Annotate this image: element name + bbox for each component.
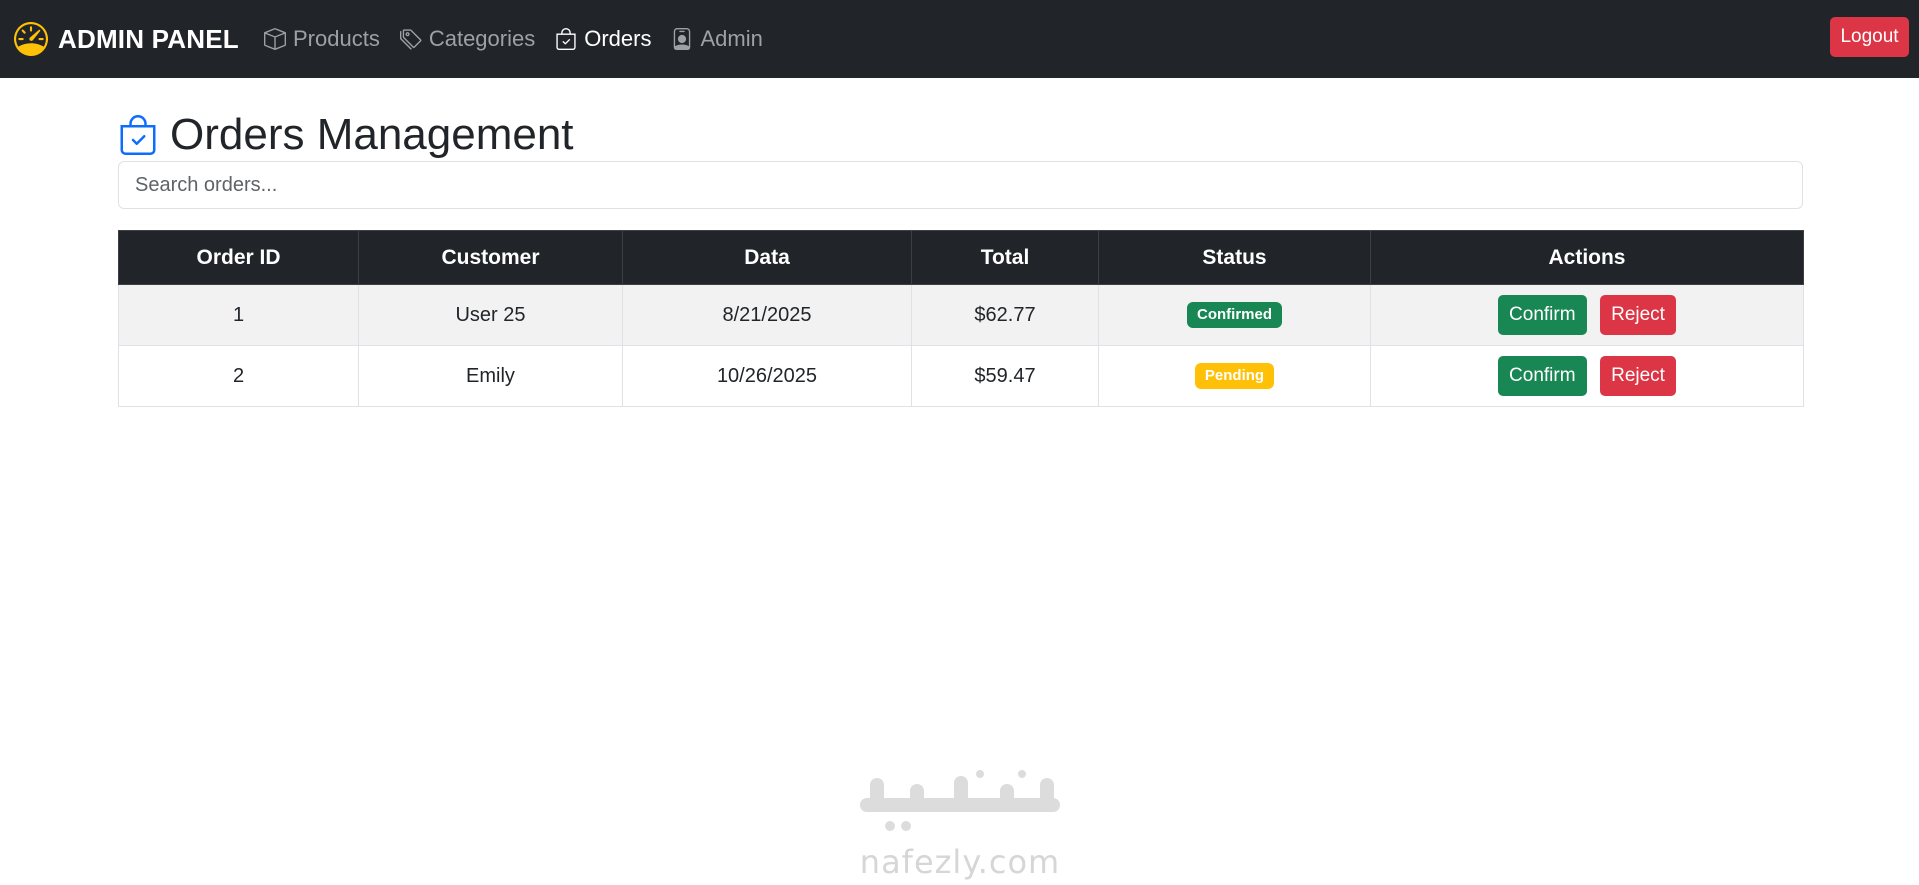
cell-status: Confirmed bbox=[1098, 284, 1371, 346]
status-badge: Pending bbox=[1194, 363, 1275, 389]
table-body: 1 User 25 8/21/2025 $62.77 Confirmed Con… bbox=[118, 284, 1804, 407]
table-row: 1 User 25 8/21/2025 $62.77 Confirmed Con… bbox=[118, 284, 1804, 346]
header-order-id: Order ID bbox=[118, 230, 359, 285]
watermark-text: nafezly.com bbox=[859, 843, 1061, 881]
cell-actions: Confirm Reject bbox=[1370, 345, 1804, 407]
confirm-button[interactable]: Confirm bbox=[1498, 356, 1587, 396]
reject-button[interactable]: Reject bbox=[1600, 356, 1676, 396]
status-badge: Confirmed bbox=[1187, 302, 1282, 328]
brand-name: ADMIN PANEL bbox=[58, 23, 239, 54]
orders-table: Order ID Customer Data Total Status Acti… bbox=[118, 230, 1804, 407]
header-actions: Actions bbox=[1370, 230, 1804, 285]
speedometer-icon bbox=[14, 22, 48, 56]
search-input[interactable] bbox=[118, 161, 1803, 209]
reject-button[interactable]: Reject bbox=[1600, 295, 1676, 335]
cell-actions: Confirm Reject bbox=[1370, 284, 1804, 346]
confirm-button[interactable]: Confirm bbox=[1498, 295, 1587, 335]
cell-date: 8/21/2025 bbox=[622, 284, 912, 346]
header-date: Data bbox=[622, 230, 912, 285]
cell-status: Pending bbox=[1098, 345, 1371, 407]
person-badge-icon bbox=[674, 28, 691, 50]
tags-icon bbox=[399, 29, 422, 50]
page-title: Orders Management bbox=[118, 110, 1803, 160]
cell-order-id: 2 bbox=[118, 345, 359, 407]
cell-total: $62.77 bbox=[911, 284, 1099, 346]
nav-item-admin[interactable]: Admin bbox=[671, 26, 763, 52]
nav-item-label: Orders bbox=[584, 26, 652, 51]
brand[interactable]: ADMIN PANEL bbox=[14, 0, 239, 78]
table-row: 2 Emily 10/26/2025 $59.47 Pending Confir… bbox=[118, 345, 1804, 407]
cell-customer: User 25 bbox=[358, 284, 623, 346]
header-status: Status bbox=[1098, 230, 1371, 285]
logout-button[interactable]: Logout bbox=[1830, 17, 1909, 57]
nav-item-orders[interactable]: Orders bbox=[555, 26, 651, 52]
table-header: Order ID Customer Data Total Status Acti… bbox=[118, 230, 1804, 285]
bag-check-icon bbox=[120, 115, 156, 155]
box-icon bbox=[264, 28, 286, 50]
top-navbar: ADMIN PANEL Products Categories Orders A… bbox=[0, 0, 1919, 78]
page-title-text: Orders Management bbox=[170, 110, 574, 159]
header-total: Total bbox=[911, 230, 1099, 285]
nav-item-categories[interactable]: Categories bbox=[399, 26, 536, 52]
nav-item-label: Products bbox=[293, 26, 380, 51]
cell-customer: Emily bbox=[358, 345, 623, 407]
table-header-row: Order ID Customer Data Total Status Acti… bbox=[118, 230, 1804, 285]
nav-item-label: Admin bbox=[700, 26, 763, 51]
nav-links: Products Categories Orders Admin bbox=[264, 0, 763, 78]
watermark-logo: nafezly.com bbox=[850, 770, 1070, 885]
bag-check-icon bbox=[556, 28, 576, 50]
nafezly-logo bbox=[860, 770, 1060, 831]
main-content: Orders Management Order ID Customer Data… bbox=[118, 110, 1804, 407]
nav-item-products[interactable]: Products bbox=[264, 26, 380, 52]
cell-order-id: 1 bbox=[118, 284, 359, 346]
nav-item-label: Categories bbox=[428, 26, 536, 51]
cell-total: $59.47 bbox=[911, 345, 1099, 407]
header-customer: Customer bbox=[358, 230, 623, 285]
cell-date: 10/26/2025 bbox=[622, 345, 912, 407]
